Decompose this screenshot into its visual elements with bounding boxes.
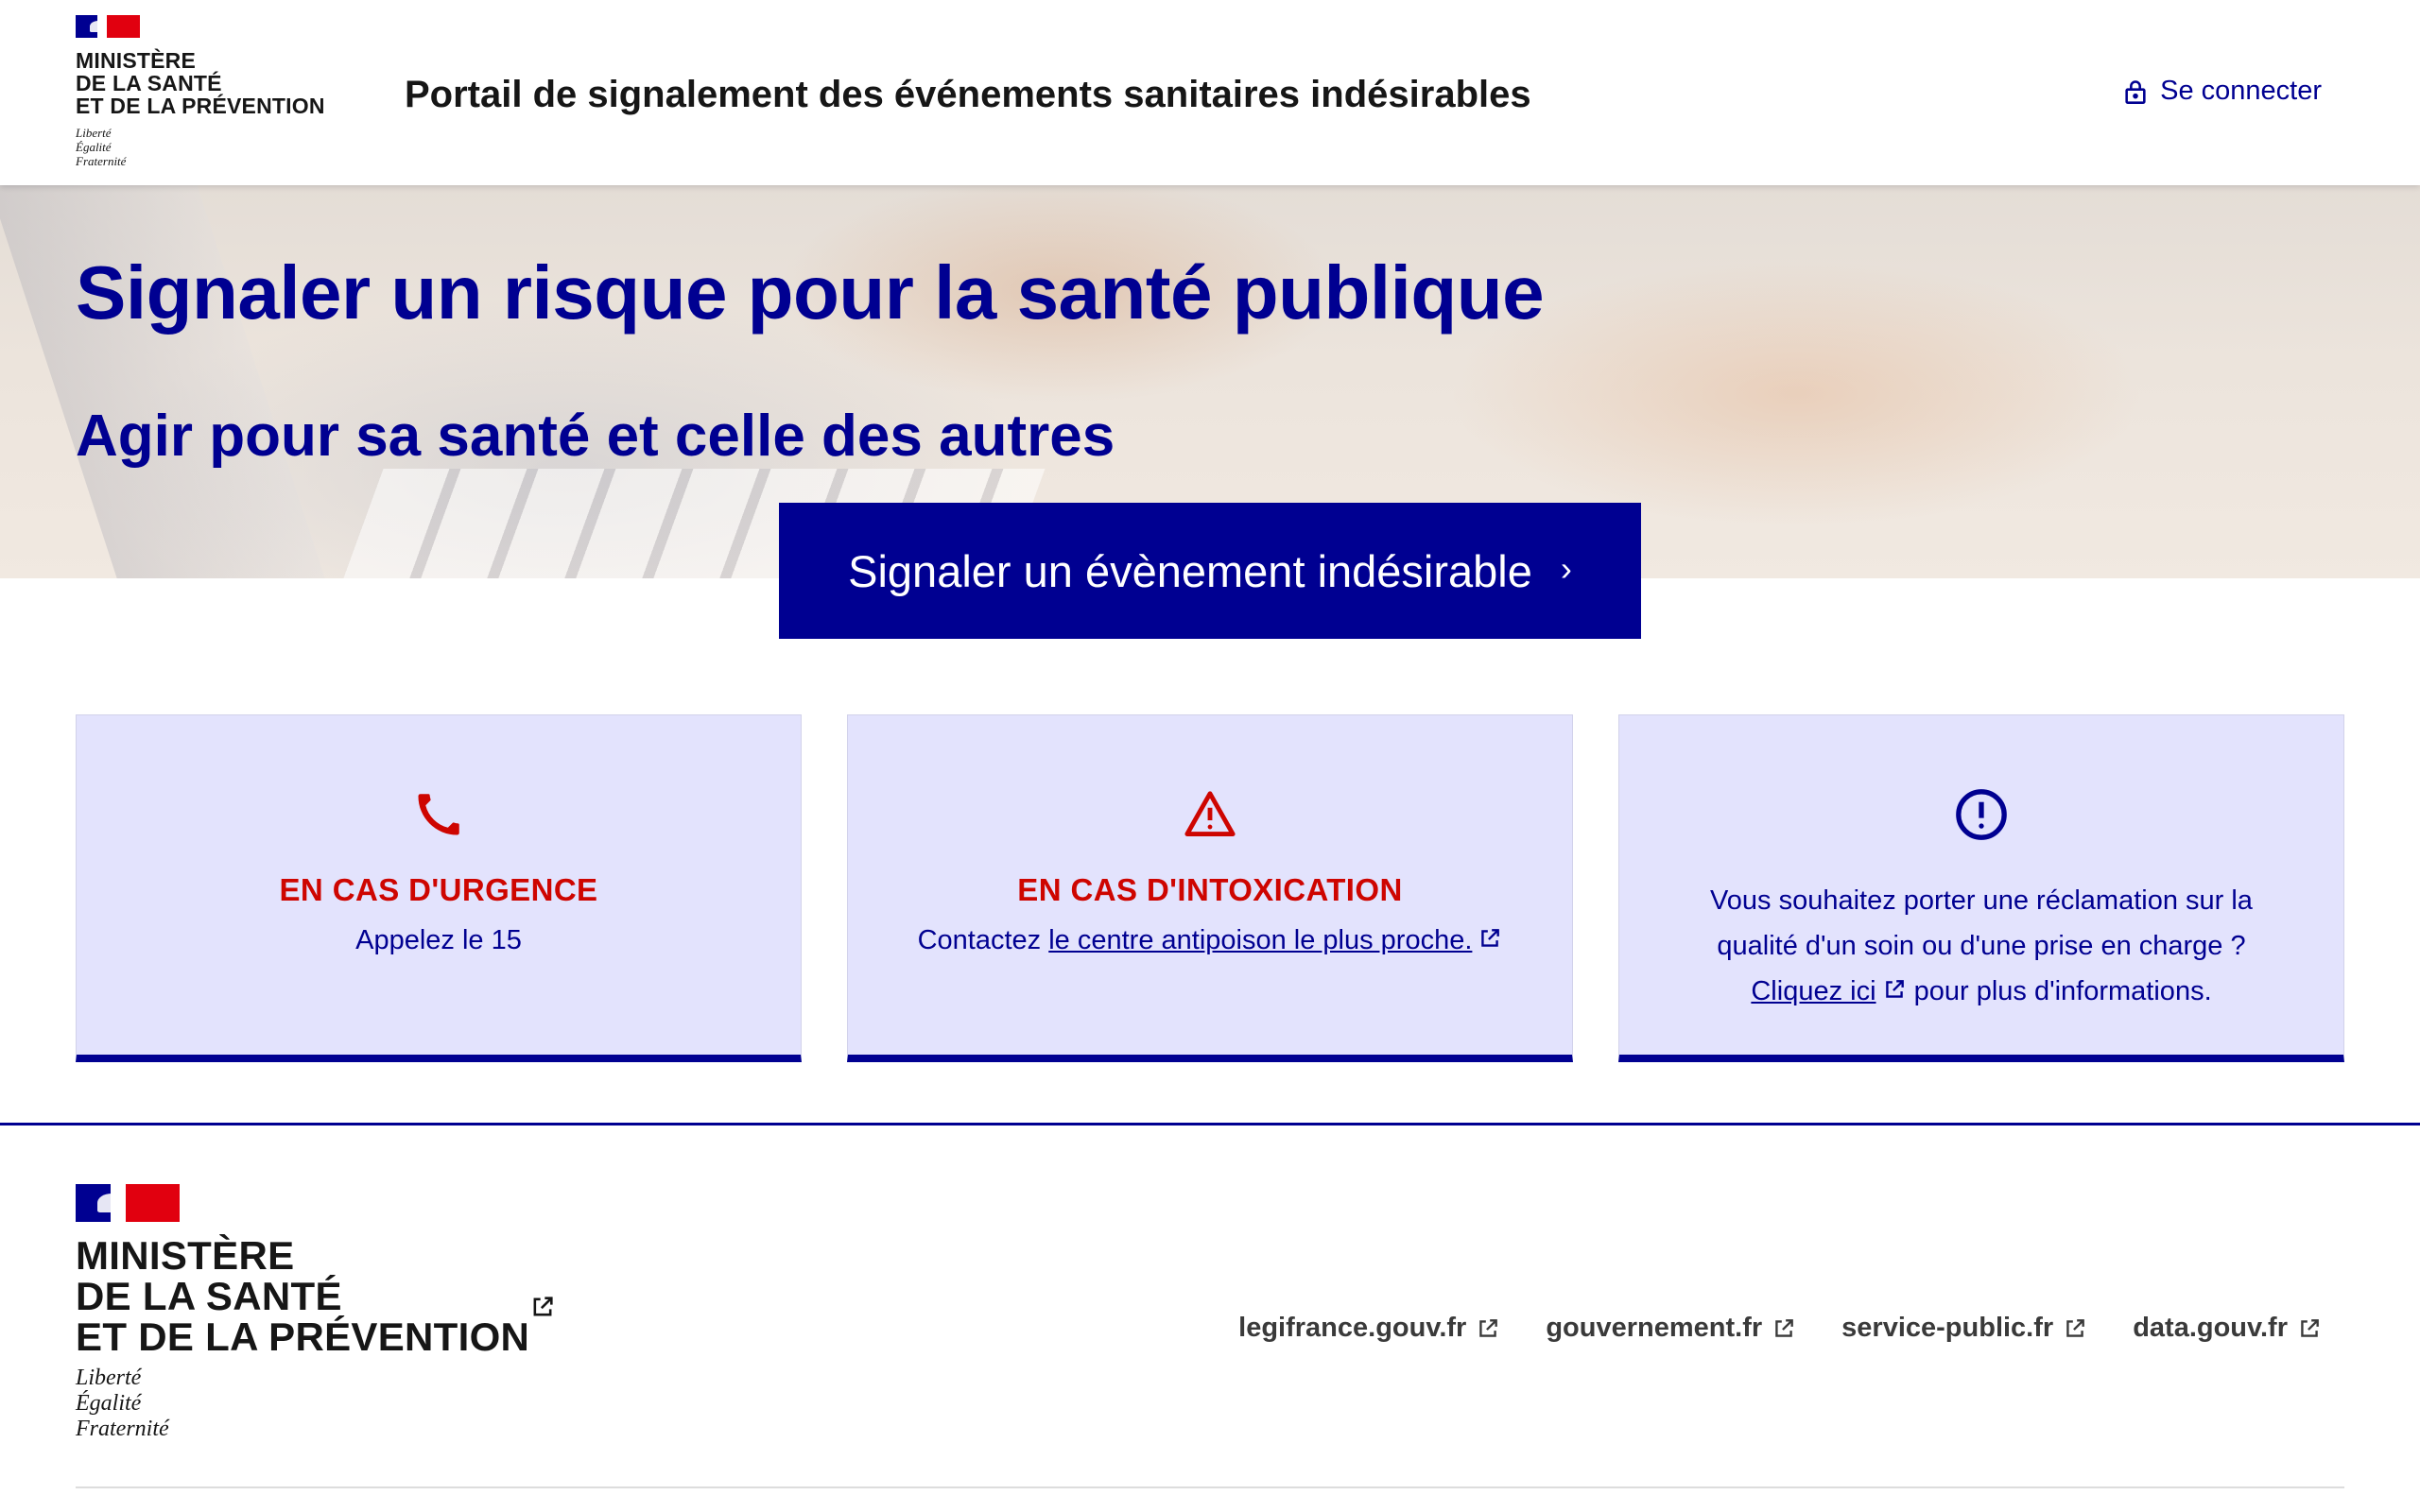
report-event-button[interactable]: Signaler un évènement indésirable ›: [779, 503, 1641, 639]
complaint-card: Vous souhaitez porter une réclamation su…: [1618, 714, 2344, 1062]
footer-links: legifrance.gouv.fr gouvernement.fr servi…: [1238, 1313, 2322, 1344]
complaint-link[interactable]: Cliquez ici: [1751, 976, 1906, 1006]
complaint-text: Vous souhaitez porter une réclamation su…: [1710, 885, 2253, 1006]
footer-link-service-public[interactable]: service-public.fr: [1841, 1313, 2087, 1344]
marianne-flag-logo: [76, 1184, 180, 1222]
emergency-card: EN CAS D'URGENCE Appelez le 15: [76, 714, 802, 1062]
login-label: Se connecter: [2160, 76, 2322, 106]
external-link-icon: [1479, 1318, 1498, 1337]
info-circle-icon: [1956, 789, 2007, 840]
footer-ministry-logo[interactable]: Ministère de la santé et de la préventio…: [76, 1235, 529, 1357]
republic-motto: Liberté Égalité Fraternité: [76, 1366, 169, 1441]
external-link-icon[interactable]: [529, 1294, 556, 1320]
external-link-icon: [2066, 1318, 2085, 1337]
external-link-icon: [1885, 980, 1904, 998]
warning-icon: [1184, 791, 1236, 836]
footer-link-data-gouv[interactable]: data.gouv.fr: [2133, 1313, 2322, 1344]
login-link[interactable]: Se connecter: [2122, 76, 2322, 107]
site-footer: Ministère de la santé et de la préventio…: [0, 1123, 2420, 1512]
external-link-icon: [1775, 1318, 1794, 1337]
footer-link-gouvernement[interactable]: gouvernement.fr: [1546, 1313, 1796, 1344]
intoxication-title: EN CAS D'INTOXICATION: [1017, 872, 1403, 907]
hero-title: Signaler un risque pour la santé publiqu…: [76, 250, 1545, 335]
site-header: Ministère de la santé et de la préventio…: [0, 0, 2420, 185]
hero-background-image: [0, 185, 345, 578]
phone-icon: [418, 794, 459, 835]
footer-link-legifrance[interactable]: legifrance.gouv.fr: [1238, 1313, 1500, 1344]
service-title[interactable]: Portail de signalement des événements sa…: [405, 74, 1531, 116]
emergency-title: EN CAS D'URGENCE: [279, 872, 598, 907]
chevron-right-icon: ›: [1560, 549, 1572, 588]
intoxication-text: Contactez le centre antipoison le plus p…: [848, 925, 1572, 956]
republic-motto: Liberté Égalité Fraternité: [76, 126, 127, 168]
footer-divider: [76, 1486, 2344, 1488]
marianne-flag-logo: [76, 15, 140, 38]
external-link-icon: [2301, 1318, 2319, 1337]
hero-subtitle: Agir pour sa santé et celle des autres: [76, 404, 1115, 469]
lock-icon: [2125, 79, 2146, 104]
intoxication-card: EN CAS D'INTOXICATION Contactez le centr…: [847, 714, 1573, 1062]
emergency-text: Appelez le 15: [355, 925, 522, 955]
report-event-label: Signaler un évènement indésirable: [848, 545, 1532, 596]
external-link-icon: [1481, 929, 1500, 947]
ministry-logo-text[interactable]: Ministère de la santé et de la préventio…: [76, 49, 325, 117]
poison-center-link[interactable]: le centre antipoison le plus proche.: [1048, 925, 1502, 955]
